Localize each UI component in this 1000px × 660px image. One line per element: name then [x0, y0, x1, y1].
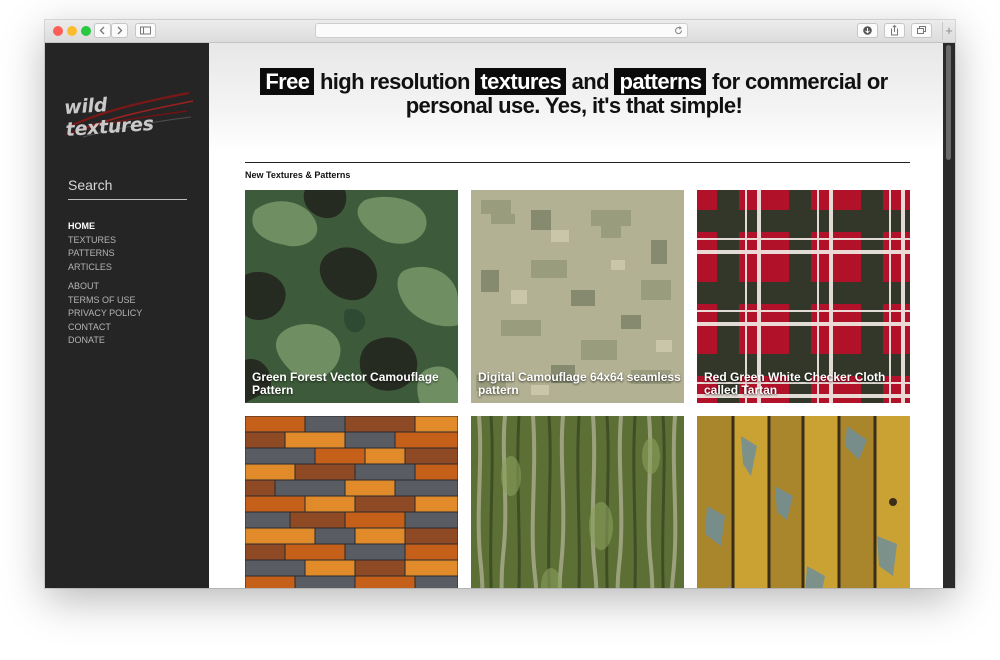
back-icon	[99, 26, 105, 35]
section-divider	[245, 162, 910, 163]
texture-card-tartan[interactable]: Red Green White Checker Cloth called Tar…	[697, 190, 910, 403]
nav-articles[interactable]: ARTICLES	[68, 261, 116, 275]
yellow-planks-thumbnail	[697, 416, 910, 588]
tab-overview-button[interactable]	[911, 23, 932, 38]
downloads-button[interactable]	[857, 23, 878, 38]
sidebar: wild textures Search HOME TEXTURES PATTE…	[45, 43, 209, 588]
headline-word-free: Free	[260, 68, 315, 95]
texture-card-bark[interactable]	[471, 416, 684, 588]
nav-patterns[interactable]: PATTERNS	[68, 247, 116, 261]
share-icon	[891, 24, 898, 36]
nav-privacy-policy[interactable]: PRIVACY POLICY	[68, 307, 142, 321]
texture-card-yellow-planks[interactable]	[697, 416, 910, 588]
zoom-window-button[interactable]	[81, 26, 91, 36]
bark-thumbnail	[471, 416, 684, 588]
address-bar[interactable]	[315, 23, 688, 38]
headline-text-2: and	[571, 69, 610, 94]
download-icon	[863, 26, 872, 35]
headline-word-textures: textures	[475, 68, 567, 95]
nav-donate[interactable]: DONATE	[68, 334, 142, 348]
nav-home[interactable]: HOME	[68, 220, 116, 234]
main-content: Free high resolution textures and patter…	[209, 43, 943, 588]
close-window-button[interactable]	[53, 26, 63, 36]
primary-nav: HOME TEXTURES PATTERNS ARTICLES	[68, 220, 116, 274]
section-title: New Textures & Patterns	[245, 170, 351, 180]
texture-card-title: Green Forest Vector Camouflage Pattern	[252, 370, 439, 397]
forward-icon	[117, 26, 123, 35]
browser-toolbar: +	[45, 20, 955, 43]
texture-card-camo[interactable]: Green Forest Vector Camouflage Pattern	[245, 190, 458, 403]
minimize-window-button[interactable]	[67, 26, 77, 36]
new-tab-icon: +	[945, 23, 953, 38]
secondary-nav: ABOUT TERMS OF USE PRIVACY POLICY CONTAC…	[68, 280, 142, 348]
share-button[interactable]	[884, 23, 905, 38]
new-tab-button[interactable]: +	[942, 22, 955, 40]
search-placeholder: Search	[68, 177, 113, 193]
page-scrollbar[interactable]	[943, 43, 955, 588]
site-logo[interactable]: wild textures	[61, 87, 195, 143]
sidebar-toggle-button[interactable]	[135, 23, 156, 38]
browser-window: + wild textures Search HOME TEXTURES PAT…	[45, 20, 955, 588]
logo-text: wild textures	[63, 94, 155, 141]
search-input[interactable]: Search	[68, 177, 187, 200]
back-button[interactable]	[94, 23, 111, 38]
hero-headline: Free high resolution textures and patter…	[239, 68, 909, 118]
texture-card-digital-camo[interactable]: Digital Camouflage 64x64 seamless patter…	[471, 190, 684, 403]
nav-contact[interactable]: CONTACT	[68, 321, 142, 335]
hero-banner: Free high resolution textures and patter…	[209, 43, 943, 153]
wood-mosaic-thumbnail	[245, 416, 458, 588]
texture-card-title: Digital Camouflage 64x64 seamless patter…	[478, 370, 681, 397]
tabs-icon	[917, 26, 926, 34]
sidebar-icon	[140, 26, 151, 35]
scrollbar-thumb[interactable]	[946, 45, 951, 160]
headline-word-patterns: patterns	[614, 68, 707, 95]
nav-about[interactable]: ABOUT	[68, 280, 142, 294]
reload-icon[interactable]	[673, 25, 684, 36]
nav-terms-of-use[interactable]: TERMS OF USE	[68, 294, 142, 308]
nav-textures[interactable]: TEXTURES	[68, 234, 116, 248]
headline-text-1: high resolution	[319, 69, 470, 94]
texture-card-title: Red Green White Checker Cloth called Tar…	[704, 370, 886, 397]
forward-button[interactable]	[111, 23, 128, 38]
texture-card-wood-mosaic[interactable]	[245, 416, 458, 588]
